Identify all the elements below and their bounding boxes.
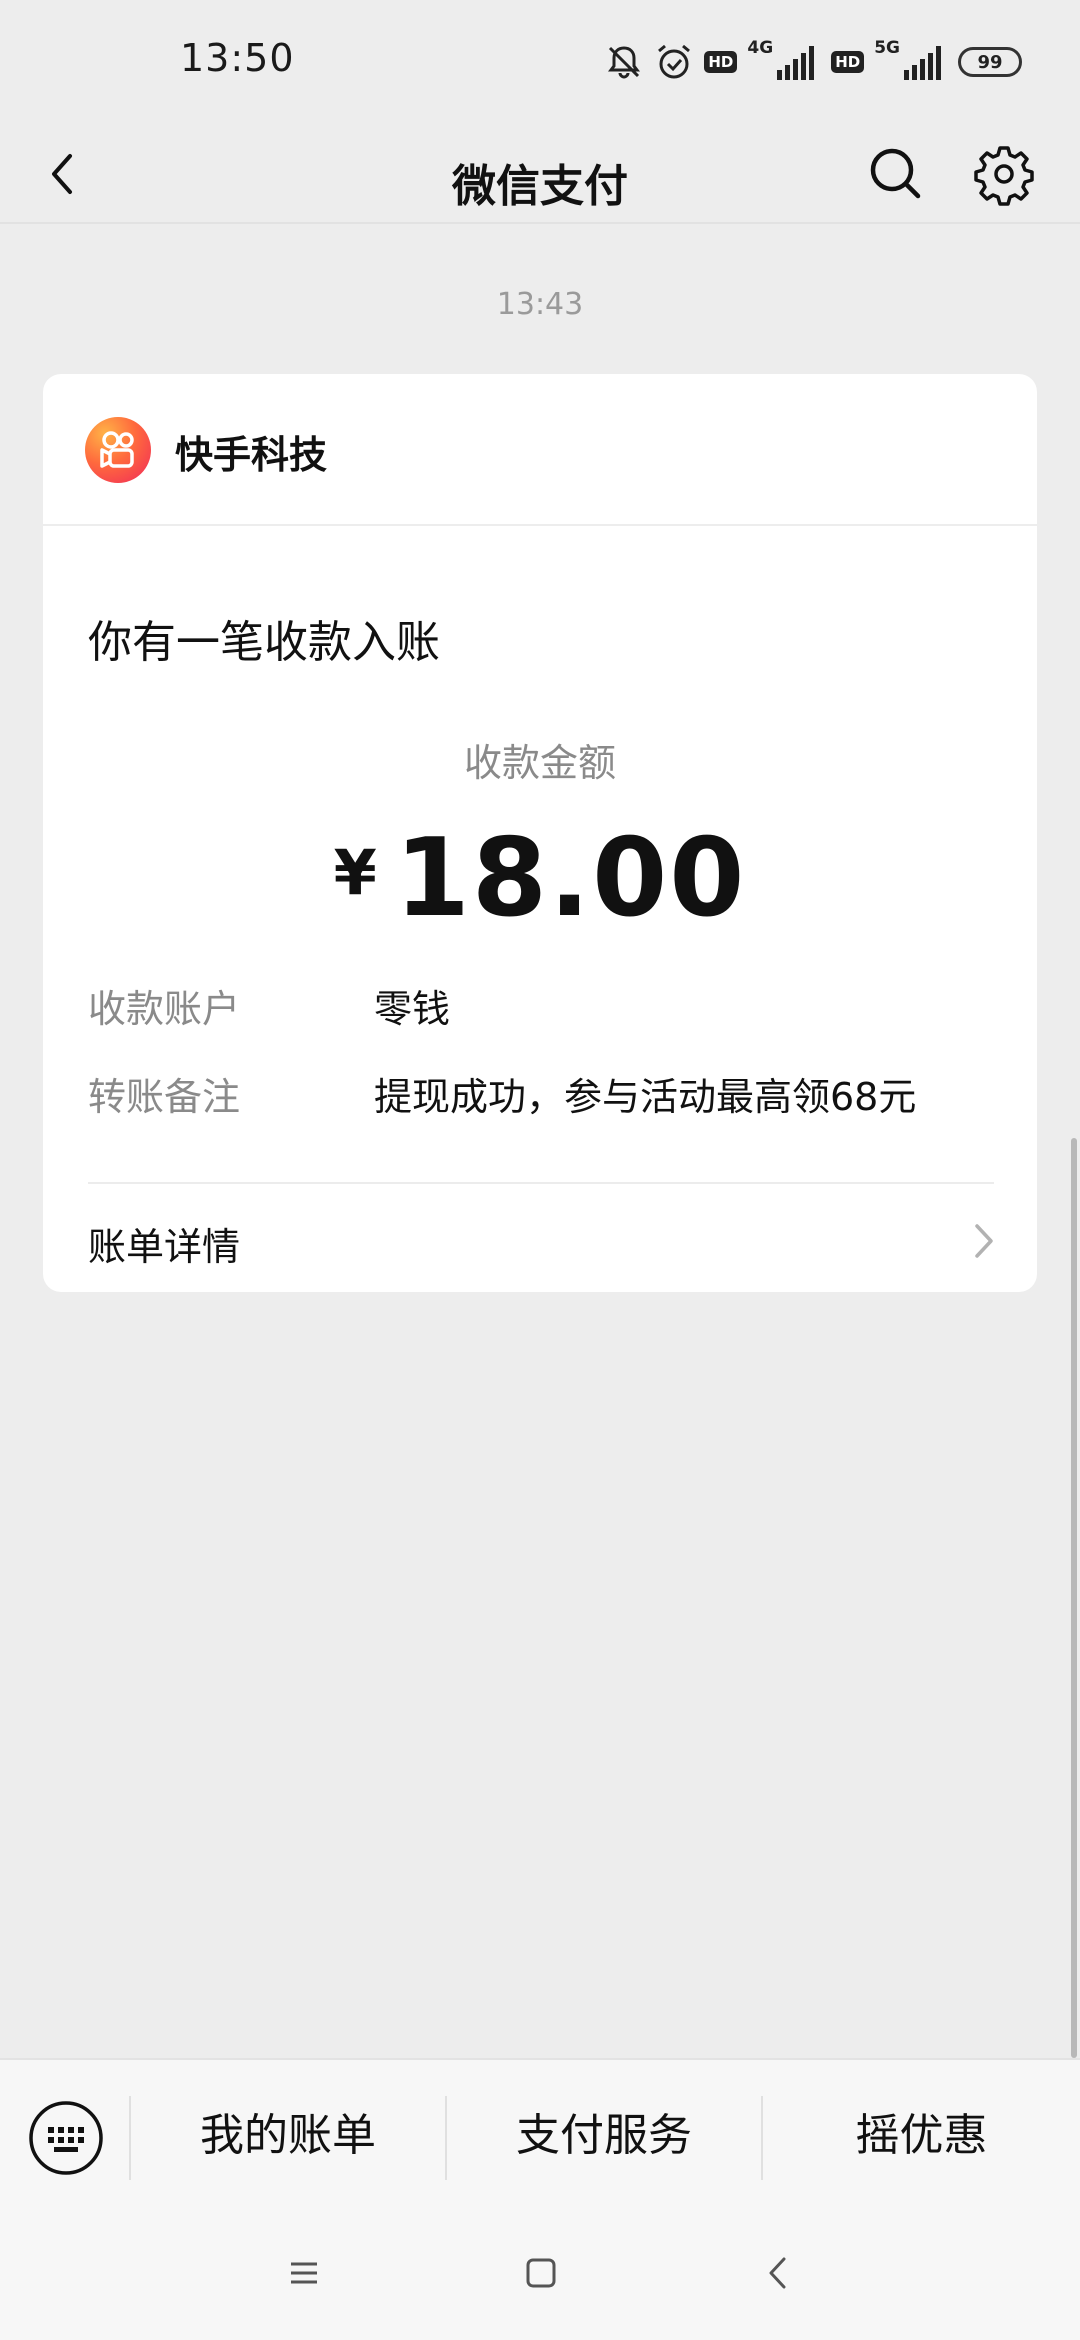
hd-badge: HD <box>831 51 865 73</box>
home-square-icon[interactable] <box>525 2257 557 2289</box>
card-header: 快手科技 <box>43 374 1037 524</box>
system-back-icon[interactable] <box>762 2255 794 2291</box>
brand-name: 快手科技 <box>175 433 328 477</box>
status-icons: HD 4G HD 5G 99 <box>604 38 1022 84</box>
menu-item-payment-services[interactable]: 支付服务 <box>447 2104 761 2168</box>
gear-icon[interactable] <box>972 142 1036 206</box>
scrollbar[interactable] <box>1071 1138 1077 2058</box>
recents-menu-icon[interactable] <box>288 2257 320 2289</box>
system-nav-bar <box>0 2210 1080 2340</box>
amount-value: 18.00 <box>394 816 747 941</box>
chevron-right-icon <box>975 1224 993 1258</box>
bell-muted-icon <box>608 46 641 79</box>
keyboard-icon[interactable] <box>28 2100 104 2176</box>
search-icon[interactable] <box>864 142 928 206</box>
notification-title: 你有一笔收款入账 <box>88 617 440 668</box>
currency-symbol: ¥ <box>333 836 377 909</box>
network-label: 4G <box>747 38 774 58</box>
info-label: 转账备注 <box>88 1075 241 1119</box>
network-label: 5G <box>874 38 900 58</box>
payment-card[interactable]: 快手科技 你有一笔收款入账 收款金额 ¥ 18.00 收款账户 零钱 转账备注 … <box>43 374 1037 1292</box>
row-divider <box>88 1182 994 1184</box>
signal-icon <box>904 46 941 80</box>
menu-item-my-bills[interactable]: 我的账单 <box>131 2104 445 2168</box>
bill-details-label: 账单详情 <box>88 1225 241 1269</box>
bill-details-link[interactable]: 账单详情 <box>43 1186 1037 1292</box>
hd-badge: HD <box>704 51 738 73</box>
status-time: 13:50 <box>180 36 295 80</box>
status-bar: 13:50 HD 4G HD 5G 99 <box>0 0 1080 124</box>
header-divider <box>43 524 1037 526</box>
menu-item-shake-deals[interactable]: 摇优惠 <box>763 2104 1080 2168</box>
message-timestamp: 13:43 <box>496 287 584 322</box>
amount-row: ¥ 18.00 <box>43 816 1037 941</box>
bottom-menu: 我的账单 支付服务 摇优惠 <box>0 2058 1080 2210</box>
kuaishou-logo-icon <box>85 417 151 483</box>
info-value: 提现成功，参与活动最高领68元 <box>374 1075 917 1119</box>
nav-bar: 微信支付 <box>0 124 1080 224</box>
signal-icon <box>777 46 815 80</box>
battery-indicator: 99 <box>958 47 1022 77</box>
alarm-icon <box>658 44 691 79</box>
amount-label: 收款金额 <box>463 741 616 785</box>
info-value: 零钱 <box>374 987 451 1031</box>
nav-divider <box>0 222 1080 224</box>
info-label: 收款账户 <box>88 987 241 1031</box>
